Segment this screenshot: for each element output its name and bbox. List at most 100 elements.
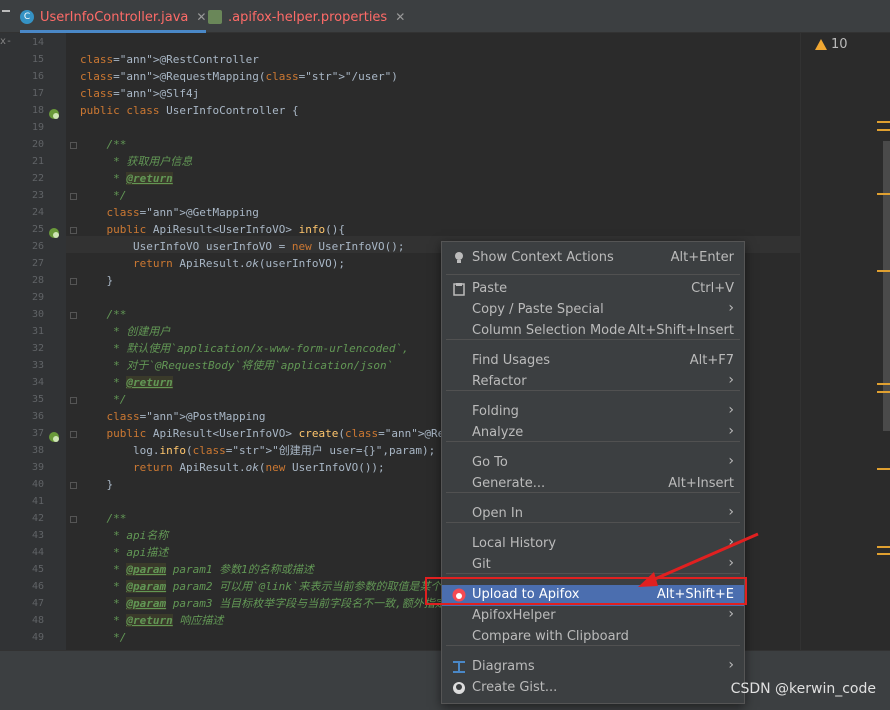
- menu-item-label: Create Gist...: [472, 680, 558, 695]
- line-number: 32: [31, 343, 44, 354]
- submenu-arrow-icon: ›: [728, 423, 734, 439]
- menu-item-show-context-actions[interactable]: Show Context Actions Alt+Enter: [442, 248, 744, 269]
- code-line: UserInfoVO userInfoVO = new UserInfoVO()…: [80, 240, 405, 253]
- menu-item-create-gist[interactable]: Create Gist...: [442, 678, 744, 699]
- warning-marker[interactable]: [877, 193, 890, 195]
- close-icon[interactable]: ✕: [196, 10, 206, 24]
- project-panel-edge: x-: [0, 33, 14, 650]
- line-number: 40: [31, 479, 44, 490]
- menu-separator: [446, 441, 740, 442]
- line-number: 16: [31, 71, 44, 82]
- warning-icon: [815, 39, 827, 50]
- menu-item-label: Git: [472, 557, 491, 572]
- code-line: * @param param2 可以用`@link`来表示当前参数的取值是某个枚…: [80, 580, 477, 593]
- submenu-arrow-icon: ›: [728, 504, 734, 520]
- line-number: 27: [31, 258, 44, 269]
- tab-userinfocontroller[interactable]: C UserInfoController.java ✕: [20, 4, 207, 33]
- menu-item-copy-paste-special[interactable]: Copy / Paste Special ›: [442, 300, 744, 321]
- menu-item-label: Column Selection Mode: [472, 323, 626, 338]
- line-number: 43: [31, 530, 44, 541]
- code-line: class="ann">@RestController: [80, 53, 259, 66]
- close-icon[interactable]: ✕: [395, 10, 405, 24]
- warning-marker[interactable]: [877, 546, 890, 548]
- menu-item-shortcut: Alt+Insert: [668, 476, 734, 491]
- code-line: class="ann">@PostMapping: [106, 410, 266, 423]
- code-line: * @return: [80, 376, 173, 389]
- diagram-icon: [452, 660, 466, 674]
- line-number: 39: [31, 462, 44, 473]
- line-number: 49: [31, 632, 44, 643]
- line-number: 35: [31, 394, 44, 405]
- tab-label: .apifox-helper.properties: [228, 9, 388, 25]
- code-line: * 创建用户: [80, 325, 171, 338]
- code-line: class="ann">@GetMapping: [106, 206, 259, 219]
- line-number: 26: [31, 241, 44, 252]
- menu-item-label: Go To: [472, 455, 508, 470]
- code-line: return ApiResult.ok(userInfoVO);: [132, 257, 345, 270]
- warning-marker[interactable]: [877, 129, 890, 131]
- properties-file-icon: [208, 10, 222, 24]
- submenu-arrow-icon: ›: [728, 372, 734, 388]
- menu-item-label: Open In: [472, 506, 523, 521]
- annotation-arrow: [638, 532, 759, 587]
- menu-icon[interactable]: [2, 10, 10, 12]
- code-line: */: [80, 631, 127, 644]
- code-line: */: [80, 393, 127, 406]
- code-line: class="ann">@Slf4j: [80, 87, 200, 100]
- code-line: /**: [80, 512, 127, 525]
- line-number: 46: [31, 581, 44, 592]
- warning-marker[interactable]: [877, 270, 890, 272]
- menu-item-diagrams[interactable]: Diagrams ›: [442, 657, 744, 678]
- warning-marker[interactable]: [877, 553, 890, 555]
- menu-item-label: Show Context Actions: [472, 250, 614, 265]
- menu-item-folding[interactable]: Folding ›: [442, 402, 744, 423]
- inspection-widget[interactable]: 10: [815, 37, 848, 52]
- context-menu: Show Context Actions Alt+Enter Paste Ctrl+V…: [441, 241, 745, 704]
- code-line: * api名称: [80, 529, 169, 542]
- submenu-arrow-icon: ›: [728, 453, 734, 469]
- line-number: 17: [31, 88, 44, 99]
- warning-marker[interactable]: [877, 391, 890, 393]
- code-line: /**: [80, 308, 127, 321]
- vertical-scrollbar[interactable]: [883, 141, 890, 431]
- line-number: 36: [31, 411, 44, 422]
- menu-item-paste[interactable]: Paste Ctrl+V: [442, 279, 744, 300]
- menu-item-shortcut: Ctrl+V: [691, 281, 734, 296]
- menu-item-label: Generate...: [472, 476, 546, 491]
- submenu-arrow-icon: ›: [728, 402, 734, 418]
- spring-bean-icon[interactable]: [48, 428, 60, 442]
- warning-marker[interactable]: [877, 468, 890, 470]
- spring-bean-icon[interactable]: [48, 105, 60, 119]
- menu-item-go-to[interactable]: Go To ›: [442, 453, 744, 474]
- inspection-stripe: 10: [800, 33, 890, 650]
- code-line: * @param param3 当目标枚举字段与当前字段名不一致,额外指定{@l…: [80, 597, 473, 610]
- menu-item-apifoxhelper[interactable]: ApifoxHelper ›: [442, 606, 744, 627]
- menu-item-label: Copy / Paste Special: [472, 302, 604, 317]
- line-number: 28: [31, 275, 44, 286]
- line-number: 19: [31, 122, 44, 133]
- menu-item-label: Refactor: [472, 374, 527, 389]
- warning-marker[interactable]: [877, 383, 890, 385]
- code-line: */: [80, 189, 127, 202]
- tab-apifox-helper-properties[interactable]: .apifox-helper.properties ✕: [208, 4, 405, 30]
- menu-separator: [446, 522, 740, 523]
- line-number: 31: [31, 326, 44, 337]
- code-line: class="ann">@RequestMapping(class="str">…: [80, 70, 398, 83]
- compare-icon: [452, 630, 466, 644]
- spring-bean-icon[interactable]: [48, 224, 60, 238]
- line-number: 22: [31, 173, 44, 184]
- github-icon: [452, 681, 466, 695]
- code-line: }: [80, 274, 114, 287]
- menu-item-find-usages[interactable]: Find Usages Alt+F7: [442, 351, 744, 372]
- line-number-gutter: 14 15 16 17 18 19 20 21 22 23 24 25 26 27 28 29 30 31 32 33…: [14, 33, 77, 650]
- line-number: 30: [31, 309, 44, 320]
- line-number: 38: [31, 445, 44, 456]
- tab-label: UserInfoController.java: [40, 9, 189, 25]
- code-line: * @return: [80, 172, 173, 185]
- code-line: public class UserInfoController {: [80, 104, 299, 117]
- submenu-arrow-icon: ›: [728, 300, 734, 316]
- editor-tab-bar: C UserInfoController.java ✕ .apifox-help…: [0, 0, 890, 33]
- line-number: 45: [31, 564, 44, 575]
- lightbulb-icon: [452, 251, 466, 265]
- warning-marker[interactable]: [877, 121, 890, 123]
